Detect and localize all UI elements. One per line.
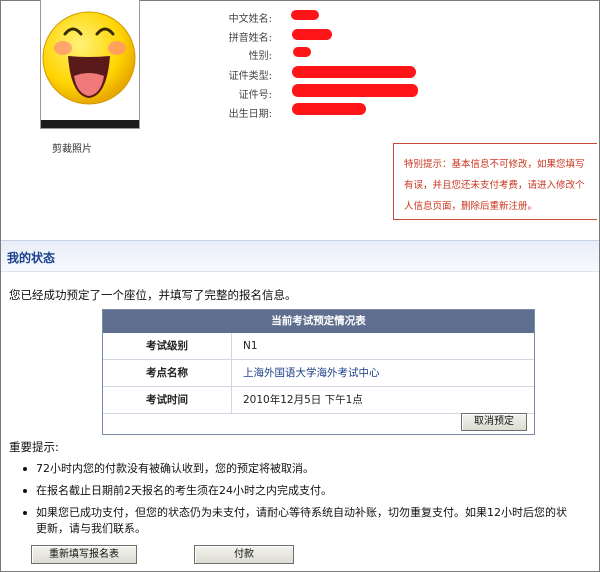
status-intro: 您已经成功预定了一个座位，并填写了完整的报名信息。 [9,288,297,302]
exam-time-key: 考试时间 [103,387,232,413]
redacted-chinese-name [291,10,319,20]
table-row: 考试时间 2010年12月5日 下午1点 [103,387,534,414]
field-chinese-name-label: 中文姓名: [228,14,272,25]
redacted-pinyin-name [292,29,332,40]
crop-photo-link[interactable]: 剪裁照片 [52,140,92,155]
field-pinyin-name-label: 拼音姓名: [228,33,272,44]
field-id-number-label: 证件号: [238,90,272,101]
pay-button[interactable]: 付款 [194,545,294,564]
table-row: 考点名称 上海外国语大学海外考试中心 [103,360,534,387]
bullet-icon [23,489,27,493]
notes-title: 重要提示: [9,440,59,454]
bullet-icon [23,511,27,515]
bullet-icon [23,467,27,471]
field-birth-date-label: 出生日期: [228,109,272,120]
status-title: 我的状态 [7,251,56,265]
profile-photo [40,0,140,129]
exam-site-key: 考点名称 [103,360,232,386]
refill-form-button[interactable]: 重新填写报名表 [31,545,137,564]
status-header: 我的状态 [1,240,599,272]
exam-level-key: 考试级别 [103,333,232,359]
booking-table-caption: 当前考试预定情况表 [103,310,534,333]
smiley-avatar-icon [42,11,136,105]
redacted-gender [293,47,311,57]
field-id-type-label: 证件类型: [228,71,272,82]
exam-level-value: N1 [243,340,258,352]
redacted-id-type [292,66,416,78]
field-gender-label: 性别: [248,51,272,62]
redacted-id-number [292,84,418,97]
exam-site-value: 上海外国语大学海外考试中心 [243,367,380,379]
note-text: 在报名截止日期前2天报名的考生须在24小时之内完成支付。 [36,484,332,497]
exam-time-value: 2010年12月5日 下午1点 [243,394,363,406]
booking-table: 当前考试预定情况表 考试级别 N1 考点名称 上海外国语大学海外考试中心 考试时… [102,309,535,435]
info-notice: 特别提示：基本信息不可修改，如果您填写有误，并且您还未支付考费，请进入修改个人信… [393,143,597,220]
note-text: 72小时内您的付款没有被确认收到，您的预定将被取消。 [36,462,314,475]
note-text-continuation: 更新，请与我们联系。 [36,522,146,535]
table-row: 考试级别 N1 [103,333,534,360]
cancel-booking-button[interactable]: 取消预定 [461,413,527,431]
note-text: 如果您已成功支付，但您的状态仍为未支付，请耐心等待系统自动补账，切勿重复支付。如… [36,506,567,519]
redacted-birth-date [292,103,366,115]
